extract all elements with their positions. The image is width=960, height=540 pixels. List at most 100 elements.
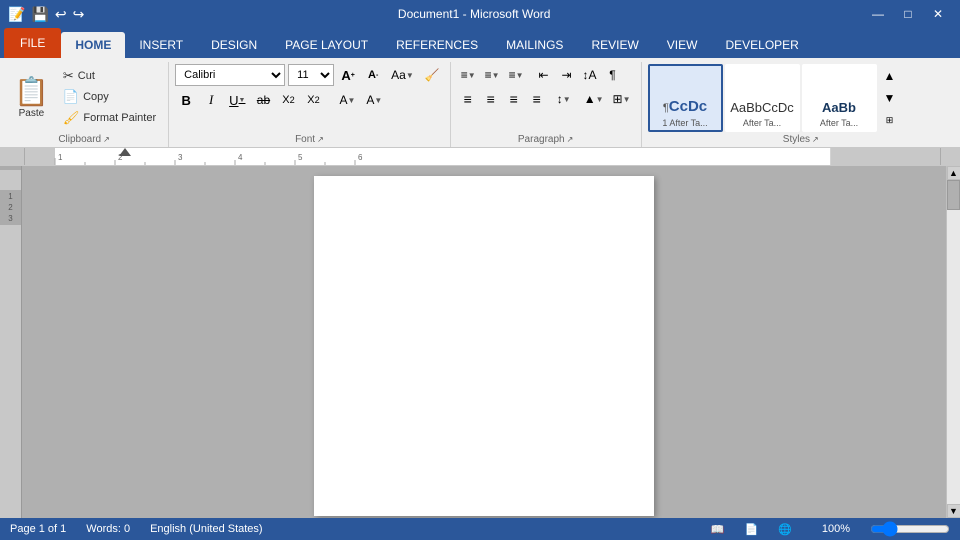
scroll-up-button[interactable]: ▲ (947, 166, 960, 180)
style-preview-2: AaBb (822, 100, 856, 116)
title-bar: 📝 💾 ↩ ↪ Document1 - Microsoft Word — □ ✕ (0, 0, 960, 28)
shrink-font-button[interactable]: A- (362, 64, 384, 86)
maximize-button[interactable]: □ (894, 0, 922, 28)
svg-text:3: 3 (178, 153, 183, 162)
change-case-button[interactable]: Aa▼ (387, 64, 418, 86)
cut-button[interactable]: ✂ Cut (59, 66, 160, 86)
italic-button[interactable]: I (200, 89, 222, 111)
sort-button[interactable]: ↕A (579, 64, 601, 86)
tab-references[interactable]: REFERENCES (382, 32, 492, 58)
format-painter-icon: 🖌 (63, 110, 80, 126)
ruler-content[interactable]: 1 2 3 4 5 6 (25, 148, 940, 165)
styles-scroll-down[interactable]: ▼ (879, 88, 901, 108)
zoom-slider[interactable] (870, 521, 950, 537)
view-layout-button[interactable]: 📄 (744, 523, 758, 536)
copy-label: Copy (83, 91, 109, 103)
tab-page-layout[interactable]: PAGE LAYOUT (271, 32, 382, 58)
page-scroll (22, 166, 946, 518)
title-bar-controls[interactable]: — □ ✕ (864, 0, 952, 28)
numbered-list-button[interactable]: ≡▼ (481, 64, 504, 86)
save-icon[interactable]: 💾 (31, 6, 48, 23)
cut-label: Cut (78, 70, 95, 82)
para-row2: ≡ ≡ ≡ ≡ ↕▼ ▲▼ ⊞▼ (457, 88, 635, 110)
cut-icon: ✂ (63, 68, 74, 84)
align-center-button[interactable]: ≡ (480, 88, 502, 110)
tab-insert[interactable]: INSERT (125, 32, 197, 58)
tab-design[interactable]: DESIGN (197, 32, 271, 58)
clipboard-expand-icon[interactable]: ↗ (103, 135, 110, 144)
justify-button[interactable]: ≡ (526, 88, 548, 110)
redo-icon[interactable]: ↪ (73, 6, 85, 23)
scroll-thumb[interactable] (947, 180, 960, 210)
tab-mailings[interactable]: MAILINGS (492, 32, 577, 58)
font-color-button[interactable]: A ▼ (362, 89, 386, 111)
font-row2: B I U▼ ab X2 X2 A ▼ A ▼ (175, 89, 386, 111)
style-preview-1: AaBbCcDc (730, 100, 794, 116)
align-left-button[interactable]: ≡ (457, 88, 479, 110)
clear-formatting-button[interactable]: 🧹 (421, 64, 444, 86)
format-painter-button[interactable]: 🖌 Format Painter (59, 108, 160, 128)
copy-button[interactable]: 📄 Copy (59, 87, 160, 107)
clipboard-group-content: 📋 Paste ✂ Cut 📄 Copy 🖌 Format Painter (6, 62, 162, 132)
subscript-button[interactable]: X2 (277, 89, 299, 111)
style-label-0: 1 After Ta... (662, 118, 707, 128)
styles-scroll-up[interactable]: ▲ (879, 66, 901, 86)
underline-button[interactable]: U▼ (225, 89, 249, 111)
close-button[interactable]: ✕ (924, 0, 952, 28)
font-size-select[interactable]: 11 89101112141618202428364872 (288, 64, 334, 86)
undo-icon[interactable]: ↩ (55, 6, 67, 23)
strikethrough-button[interactable]: ab (252, 89, 274, 111)
bullet-list-button[interactable]: ≡▼ (457, 64, 480, 86)
show-hide-button[interactable]: ¶ (602, 64, 624, 86)
minimize-button[interactable]: — (864, 0, 892, 28)
para-expand-icon[interactable]: ↗ (567, 135, 574, 144)
font-name-select[interactable]: Calibri (175, 64, 285, 86)
word-count: Words: 0 (86, 523, 130, 535)
multilevel-list-button[interactable]: ≡▼ (505, 64, 528, 86)
increase-indent-button[interactable]: ⇥ (556, 64, 578, 86)
tab-developer[interactable]: DEVELOPER (711, 32, 812, 58)
font-group: Calibri 11 89101112141618202428364872 A+… (169, 62, 451, 147)
decrease-indent-button[interactable]: ⇤ (533, 64, 555, 86)
paste-button[interactable]: 📋 Paste (6, 64, 57, 132)
borders-button[interactable]: ⊞▼ (609, 88, 635, 110)
font-expand-icon[interactable]: ↗ (317, 135, 324, 144)
shading-button[interactable]: ▲▼ (580, 88, 608, 110)
title-bar-title: Document1 - Microsoft Word (84, 7, 864, 21)
line-spacing-button[interactable]: ↕▼ (553, 88, 575, 110)
paragraph-group-label: Paragraph ↗ (457, 132, 635, 147)
ruler: 1 2 3 4 5 6 (0, 148, 960, 166)
tab-review[interactable]: REVIEW (577, 32, 652, 58)
bold-button[interactable]: B (175, 89, 197, 111)
style-item-1[interactable]: AaBbCcDc After Ta... (725, 64, 800, 132)
style-label-1: After Ta... (743, 118, 781, 128)
style-item-2[interactable]: AaBb After Ta... (802, 64, 877, 132)
style-label-2: After Ta... (820, 118, 858, 128)
grow-font-button[interactable]: A+ (337, 64, 359, 86)
format-painter-label: Format Painter (83, 112, 156, 124)
font-row1: Calibri 11 89101112141618202428364872 A+… (175, 64, 444, 86)
align-right-button[interactable]: ≡ (503, 88, 525, 110)
document-page[interactable] (314, 176, 654, 516)
tab-view[interactable]: VIEW (653, 32, 712, 58)
tab-home[interactable]: HOME (61, 32, 125, 58)
style-item-0[interactable]: ¶CcDc 1 After Ta... (648, 64, 723, 132)
ruler-right-margin (940, 148, 960, 165)
paragraph-group: ≡▼ ≡▼ ≡▼ ⇤ ⇥ ↕A ¶ ≡ ≡ ≡ ≡ ↕▼ ▲▼ ⊞▼ (451, 62, 642, 147)
scroll-down-button[interactable]: ▼ (947, 504, 960, 518)
svg-text:1: 1 (58, 153, 63, 162)
page-count: Page 1 of 1 (10, 523, 66, 535)
clipboard-group: 📋 Paste ✂ Cut 📄 Copy 🖌 Format Painter (0, 62, 169, 147)
text-highlight-button[interactable]: A ▼ (335, 89, 359, 111)
ribbon: 📋 Paste ✂ Cut 📄 Copy 🖌 Format Painter (0, 58, 960, 148)
scroll-track (947, 180, 960, 504)
styles-more-button[interactable]: ⊞ (879, 110, 901, 130)
view-web-button[interactable]: 🌐 (778, 523, 792, 536)
word-icon: 📝 (8, 6, 25, 23)
view-read-button[interactable]: 📖 (711, 523, 725, 536)
superscript-button[interactable]: X2 (302, 89, 324, 111)
vertical-scrollbar[interactable]: ▲ ▼ (946, 166, 960, 518)
styles-expand-icon[interactable]: ↗ (812, 135, 819, 144)
tab-file[interactable]: FILE (4, 28, 61, 58)
v-ruler-bottom-margin (0, 225, 21, 518)
